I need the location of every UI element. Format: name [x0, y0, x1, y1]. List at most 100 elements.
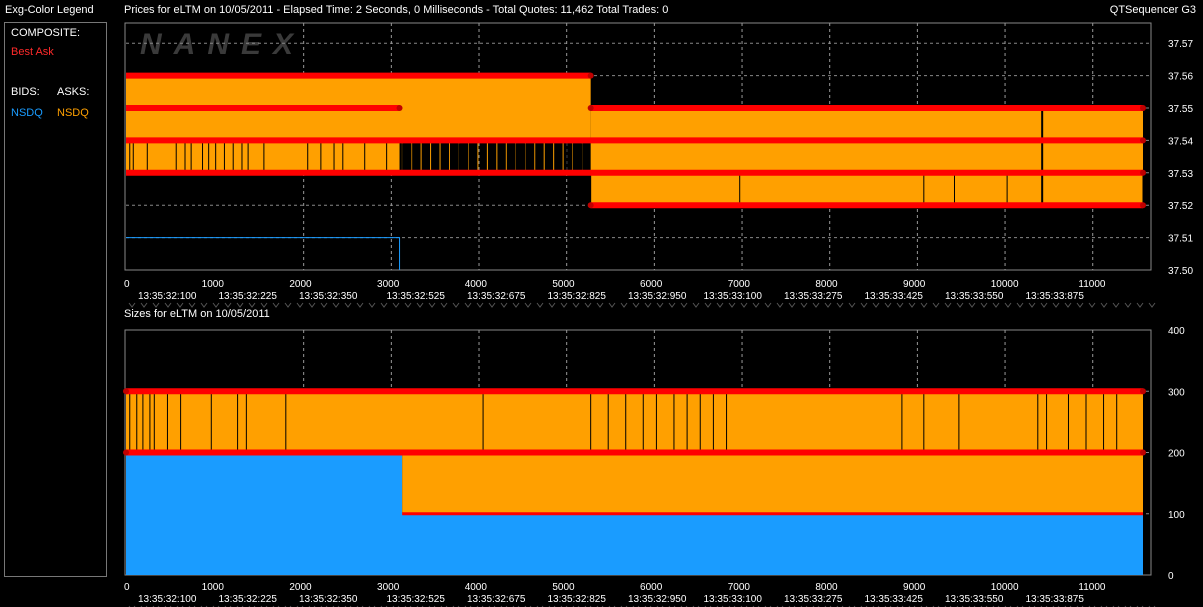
price-axis-marker — [1016, 302, 1024, 308]
price-axis-marker — [356, 302, 364, 308]
price-axis-marker — [776, 302, 784, 308]
price-axis-marker — [680, 302, 688, 308]
price-axis-marker — [164, 302, 172, 308]
size-time-label: 13:35:32:525 — [387, 594, 446, 605]
price-axis-marker — [1100, 302, 1108, 308]
size-x-tick-label: 8000 — [815, 582, 838, 593]
price-axis-marker — [1088, 302, 1096, 308]
price-axis-marker — [428, 302, 436, 308]
size-x-tick-label: 7000 — [728, 582, 751, 593]
best-ask-point — [587, 202, 594, 209]
best-ask-point — [1140, 105, 1146, 111]
price-axis-marker — [416, 302, 424, 308]
best-ask-point — [1140, 137, 1146, 144]
price-axis-marker — [980, 302, 988, 308]
price-x-tick-label: 2000 — [289, 279, 312, 290]
price-time-label: 13:35:32:675 — [467, 291, 526, 302]
price-time-label: 13:35:32:225 — [219, 291, 278, 302]
price-axis-marker — [1076, 302, 1084, 308]
price-time-label: 13:35:32:100 — [138, 291, 197, 302]
size-y-tick-label: 100 — [1168, 510, 1185, 521]
size-time-label: 13:35:33:550 — [945, 594, 1004, 605]
ask-area-band — [126, 140, 400, 173]
quote-charts: NANEX 37.57 37.56 37.55 37.54 37.53 37.52 37.51… — [123, 22, 1193, 607]
size-x-tick-label: 6000 — [640, 582, 663, 593]
price-y-tick-label: 37.53 — [1168, 169, 1193, 180]
size-x-tick-label: 4000 — [465, 582, 488, 593]
price-y-tick-label: 37.54 — [1168, 136, 1193, 147]
price-time-label: 13:35:32:525 — [387, 291, 446, 302]
price-axis-marker — [188, 302, 196, 308]
best-ask-point — [396, 105, 403, 111]
price-axis-marker — [1136, 302, 1144, 308]
price-axis-marker — [692, 302, 700, 308]
price-axis-marker — [1124, 302, 1132, 308]
price-axis-marker — [668, 302, 676, 308]
price-axis-marker — [704, 302, 712, 308]
price-axis-marker — [908, 302, 916, 308]
price-x-tick-label: 9000 — [903, 279, 926, 290]
watermark: NANEX — [140, 28, 305, 61]
price-axis-marker — [620, 302, 628, 308]
price-axis-marker — [968, 302, 976, 308]
price-axis-marker — [860, 302, 868, 308]
price-axis-marker — [404, 302, 412, 308]
price-axis-marker — [560, 302, 568, 308]
price-axis-marker — [596, 302, 604, 308]
price-y-tick-label: 37.57 — [1168, 39, 1193, 50]
price-axis-marker — [752, 302, 760, 308]
price-axis-marker — [272, 302, 280, 308]
size-x-tick-label: 10000 — [991, 582, 1019, 593]
size-point — [1140, 388, 1146, 395]
price-axis-marker — [488, 302, 496, 308]
price-axis-marker — [248, 302, 256, 308]
price-x-tick-label: 0 — [124, 279, 130, 290]
price-y-tick-label: 37.50 — [1168, 266, 1193, 277]
price-axis-marker — [1112, 302, 1120, 308]
price-axis-marker — [920, 302, 928, 308]
price-axis-marker — [296, 302, 304, 308]
price-axis-marker — [812, 302, 820, 308]
price-axis-marker — [548, 302, 556, 308]
price-axis-marker — [332, 302, 340, 308]
price-axis-marker — [632, 302, 640, 308]
size-x-tick-label: 2000 — [289, 582, 312, 593]
size-x-tick-label: 0 — [124, 582, 130, 593]
price-axis-marker — [716, 302, 724, 308]
price-axis-marker — [536, 302, 544, 308]
price-x-tick-label: 6000 — [640, 279, 663, 290]
price-axis-marker — [872, 302, 880, 308]
price-axis-marker — [1040, 302, 1048, 308]
price-axis-marker — [656, 302, 664, 308]
price-axis-marker — [320, 302, 328, 308]
price-axis-marker — [512, 302, 520, 308]
price-time-label: 13:35:32:825 — [548, 291, 607, 302]
price-axis-marker — [392, 302, 400, 308]
price-y-tick-label: 37.51 — [1168, 234, 1193, 245]
price-axis-marker — [956, 302, 964, 308]
price-axis-marker — [236, 302, 244, 308]
price-axis-marker — [128, 302, 136, 308]
price-axis-marker — [200, 302, 208, 308]
size-x-tick-label: 5000 — [552, 582, 575, 593]
size-y-tick-label: 200 — [1168, 449, 1185, 460]
price-axis-marker — [572, 302, 580, 308]
best-ask-point — [587, 105, 594, 111]
price-time-label: 13:35:32:350 — [299, 291, 358, 302]
price-x-tick-label: 1000 — [202, 279, 225, 290]
size-x-tick-label: 3000 — [377, 582, 400, 593]
size-time-label: 13:35:33:100 — [704, 594, 763, 605]
bid-price-line — [126, 237, 401, 270]
price-axis-marker — [524, 302, 532, 308]
size-point — [123, 449, 129, 456]
price-axis-marker — [500, 302, 508, 308]
price-axis-marker — [152, 302, 160, 308]
price-axis-marker — [224, 302, 232, 308]
price-axis-marker — [764, 302, 772, 308]
size-time-label: 13:35:33:875 — [1026, 594, 1085, 605]
size-point — [123, 388, 129, 395]
size-y-tick-label: 0 — [1168, 571, 1174, 582]
price-axis-marker — [1052, 302, 1060, 308]
price-axis-marker — [932, 302, 940, 308]
size-y-tick-label: 300 — [1168, 387, 1185, 398]
